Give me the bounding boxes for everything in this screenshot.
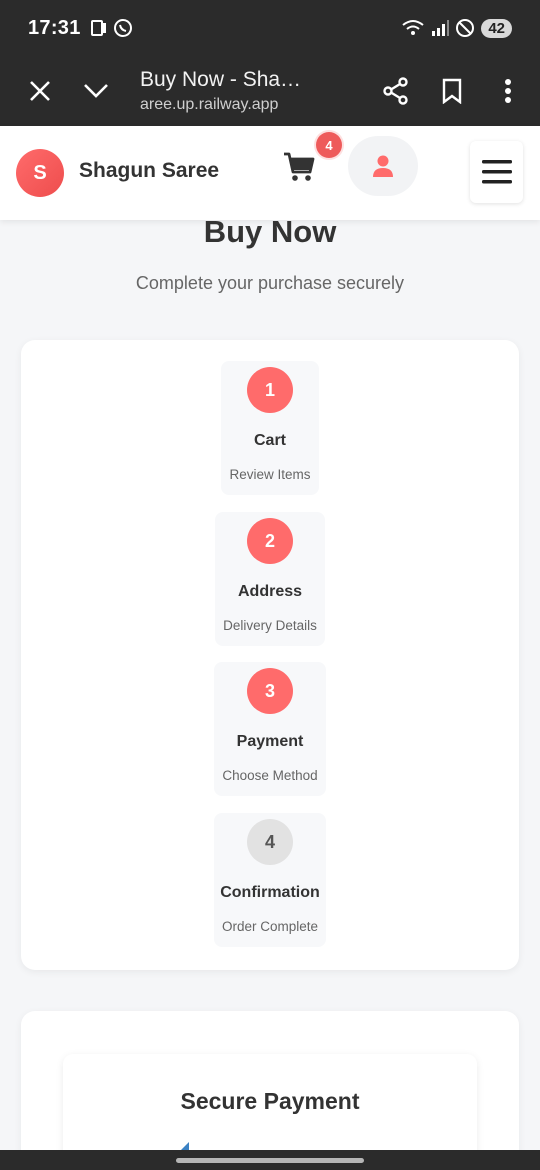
status-bar: 17:31 42 [0, 0, 540, 56]
wifi-icon [402, 20, 424, 35]
step-name: Cart [253, 432, 286, 449]
step-cart[interactable]: 1 Cart Review Items [221, 361, 319, 495]
signal-icon [432, 20, 450, 36]
close-tab-button[interactable] [12, 63, 68, 119]
close-icon [30, 81, 50, 101]
step-number: 2 [247, 518, 293, 564]
menu-icon [481, 160, 512, 184]
hamburger-menu-button[interactable] [470, 141, 523, 203]
browser-toolbar: Buy Now - Sha… aree.up.railway.app [0, 56, 540, 126]
bookmark-button[interactable] [424, 63, 480, 119]
step-number: 1 [247, 367, 293, 413]
browser-title-area[interactable]: Buy Now - Sha… aree.up.railway.app [124, 68, 368, 114]
logo[interactable]: S [16, 149, 64, 197]
step-description: Choose Method [222, 768, 318, 783]
step-confirmation[interactable]: 4 Confirmation Order Complete [214, 813, 326, 947]
bookmark-icon [442, 78, 462, 104]
browser-url: aree.up.railway.app [140, 96, 279, 113]
do-not-disturb-icon [456, 19, 475, 37]
page-title: Buy Now [203, 214, 337, 249]
payment-title: Secure Payment [180, 1088, 360, 1114]
share-button[interactable] [368, 63, 424, 119]
collapse-button[interactable] [68, 63, 124, 119]
cart-button[interactable] [282, 150, 316, 189]
step-address[interactable]: 2 Address Delivery Details [215, 512, 325, 646]
step-name: Payment [236, 733, 304, 750]
checkout-steps-card: 1 Cart Review Items 2 Address Delivery D… [21, 340, 519, 970]
step-description: Delivery Details [223, 618, 317, 633]
more-options-button[interactable] [480, 63, 536, 119]
system-navigation-bar [0, 1150, 540, 1170]
step-number: 3 [247, 668, 293, 714]
whatsapp-icon [113, 19, 132, 37]
home-gesture-handle[interactable] [176, 1158, 364, 1163]
more-vert-icon [505, 79, 511, 103]
cart-count-badge: 4 [316, 132, 342, 158]
payment-section-card: Secure Payment [21, 1011, 519, 1170]
chevron-down-icon [84, 84, 108, 98]
step-name: Address [237, 583, 303, 600]
browser-page-title: Buy Now - Sha… [140, 68, 302, 91]
site-header: S Shagun Saree [0, 126, 540, 220]
notification-icon [90, 20, 106, 36]
page-subtitle: Complete your purchase securely [135, 273, 405, 293]
step-description: Order Complete [221, 919, 319, 934]
user-icon [373, 155, 393, 177]
cart-icon [284, 152, 315, 181]
battery-indicator: 42 [481, 18, 512, 38]
step-name: Confirmation [220, 884, 320, 901]
status-time: 17:31 [28, 16, 81, 39]
user-account-button[interactable] [348, 136, 418, 196]
step-number: 4 [247, 819, 293, 865]
brand-name[interactable]: Shagun Saree [79, 159, 219, 183]
share-icon [383, 77, 408, 105]
step-description: Review Items [229, 467, 311, 482]
step-payment[interactable]: 3 Payment Choose Method [214, 662, 326, 796]
